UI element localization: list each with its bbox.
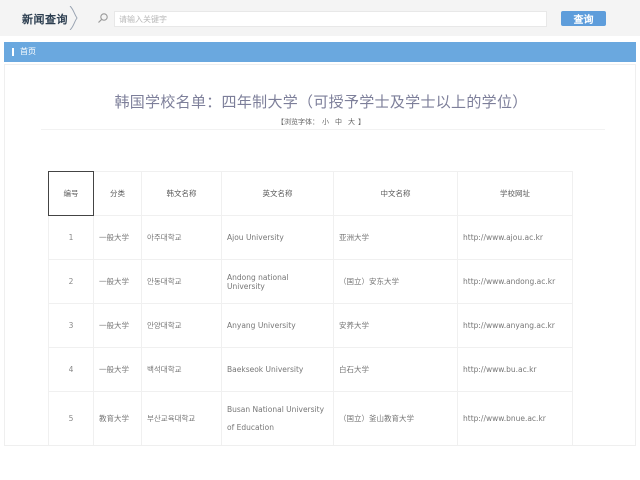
cell-number: 5 xyxy=(48,391,94,445)
cell-number: 4 xyxy=(48,347,94,392)
font-size-selector: 【浏览字体：小中大】 xyxy=(5,117,635,127)
cell-english-name: Ajou University xyxy=(221,215,334,260)
cell-korean-name: 아주대학교 xyxy=(141,215,222,260)
cell-english-name: Andong national University xyxy=(221,259,334,304)
cell-korean-name: 백석대학교 xyxy=(141,347,222,392)
cell-english-name: Anyang University xyxy=(221,303,334,348)
table-row: 4 一般大学 백석대학교 Baekseok University 白石大学 ht… xyxy=(48,347,573,392)
cell-website[interactable]: http://www.bnue.ac.kr xyxy=(457,391,573,445)
top-bar: 新闻查询 查询 xyxy=(0,0,640,36)
breadcrumb-home-link[interactable]: 首页 xyxy=(20,46,36,57)
cell-chinese-name: 安养大学 xyxy=(333,303,458,348)
cell-website[interactable]: http://www.anyang.ac.kr xyxy=(457,303,573,348)
cell-category: 一般大学 xyxy=(93,259,142,304)
table-row: 3 一般大学 안양대학교 Anyang University 安养大学 http… xyxy=(48,303,573,348)
cell-korean-name: 부산교육대학교 xyxy=(141,391,222,445)
content-panel: 韩国学校名单：四年制大学（可授予学士及学士以上的学位） 【浏览字体：小中大】 编… xyxy=(4,64,636,446)
table-row: 1 一般大学 아주대학교 Ajou University 亚洲大学 http:/… xyxy=(48,215,573,260)
site-name[interactable]: 新闻查询 xyxy=(22,11,68,27)
font-size-close: 】 xyxy=(358,118,365,126)
breadcrumb: 首页 xyxy=(4,42,636,62)
cell-korean-name: 안양대학교 xyxy=(141,303,222,348)
search-icon xyxy=(98,13,108,23)
column-header-korean-name: 韩文名称 xyxy=(141,171,222,216)
cell-chinese-name: （国立）安东大学 xyxy=(333,259,458,304)
column-header-number: 编号 xyxy=(48,171,94,216)
cell-category: 一般大学 xyxy=(93,347,142,392)
column-header-chinese-name: 中文名称 xyxy=(333,171,458,216)
cell-category: 教育大学 xyxy=(93,391,142,445)
table-row: 2 一般大学 안동대학교 Andong national University … xyxy=(48,259,573,304)
column-header-website: 学校网址 xyxy=(457,171,573,216)
font-size-large[interactable]: 大 xyxy=(348,118,355,126)
cell-number: 2 xyxy=(48,259,94,304)
cell-website[interactable]: http://www.bu.ac.kr xyxy=(457,347,573,392)
school-table: 编号 分类 韩文名称 英文名称 中文名称 学校网址 1 一般大学 아주대학교 A… xyxy=(48,171,573,445)
cell-category: 一般大学 xyxy=(93,303,142,348)
cell-website[interactable]: http://www.ajou.ac.kr xyxy=(457,215,573,260)
cell-english-name: Busan National University of Education xyxy=(221,391,334,445)
cell-website[interactable]: http://www.andong.ac.kr xyxy=(457,259,573,304)
divider xyxy=(41,129,605,130)
font-size-medium[interactable]: 中 xyxy=(335,118,342,126)
font-size-small[interactable]: 小 xyxy=(322,118,329,126)
cell-number: 3 xyxy=(48,303,94,348)
table-row: 5 教育大学 부산교육대학교 Busan National University… xyxy=(48,391,573,445)
column-header-english-name: 英文名称 xyxy=(221,171,334,216)
table-header-row: 编号 分类 韩文名称 英文名称 中文名称 学校网址 xyxy=(48,171,573,216)
cell-chinese-name: 白石大学 xyxy=(333,347,458,392)
cell-category: 一般大学 xyxy=(93,215,142,260)
page-title: 韩国学校名单：四年制大学（可授予学士及学士以上的学位） xyxy=(114,93,528,111)
cell-korean-name: 안동대학교 xyxy=(141,259,222,304)
cell-chinese-name: （国立）釜山教育大学 xyxy=(333,391,458,445)
column-header-category: 分类 xyxy=(93,171,142,216)
search-button[interactable]: 查询 xyxy=(561,11,606,26)
divider-brace-icon xyxy=(69,6,78,30)
search-input[interactable] xyxy=(114,11,547,27)
cell-chinese-name: 亚洲大学 xyxy=(333,215,458,260)
breadcrumb-marker xyxy=(12,48,14,56)
cell-english-name: Baekseok University xyxy=(221,347,334,392)
cell-number: 1 xyxy=(48,215,94,260)
font-size-label: 【浏览字体： xyxy=(277,118,319,126)
